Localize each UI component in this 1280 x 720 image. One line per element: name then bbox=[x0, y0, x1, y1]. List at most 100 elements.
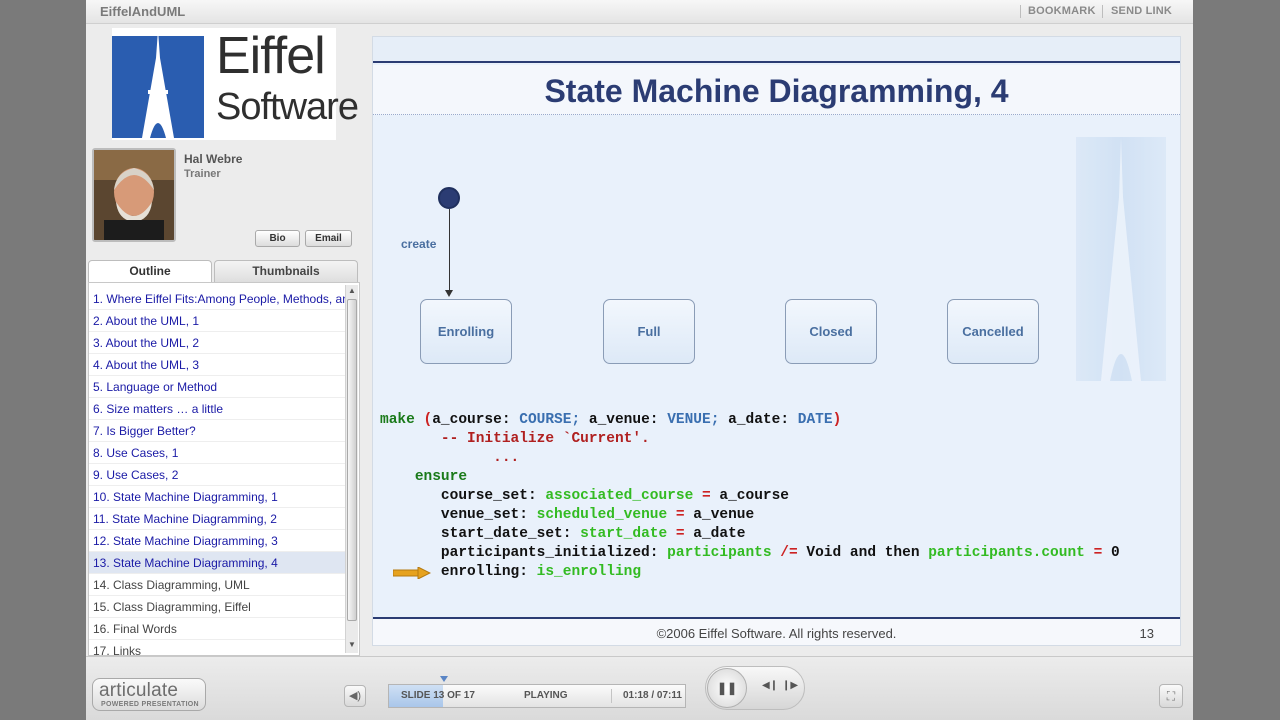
code-text: Void and then bbox=[806, 545, 929, 561]
code-colon: : bbox=[519, 564, 537, 580]
code-rhs: a_venue bbox=[693, 507, 755, 523]
logo-word-eiffel: Eiffel bbox=[216, 27, 326, 85]
outline-item[interactable]: 8. Use Cases, 1 bbox=[89, 442, 346, 464]
outline-item[interactable]: 13. State Machine Diagramming, 4 bbox=[89, 552, 346, 574]
outline-item[interactable]: 2. About the UML, 1 bbox=[89, 310, 346, 332]
arrowhead-icon bbox=[445, 290, 453, 297]
code-expr: participants bbox=[667, 545, 772, 561]
code-arg: a_date bbox=[728, 412, 781, 428]
code-paren: ) bbox=[832, 412, 842, 428]
code-tag: course_set bbox=[440, 488, 528, 504]
code-tag: start_date_set bbox=[440, 526, 563, 542]
state-closed: Closed bbox=[785, 299, 877, 364]
code-expr: start_date bbox=[580, 526, 668, 542]
prev-icon[interactable]: ◀❙ bbox=[762, 680, 778, 691]
code-rhs: 0 bbox=[1110, 545, 1120, 561]
code-op: /= bbox=[771, 545, 807, 561]
code-colon: : bbox=[562, 526, 581, 542]
outline-list: 1. Where Eiffel Fits:Among People, Metho… bbox=[89, 288, 346, 656]
seek-knob-icon[interactable] bbox=[440, 676, 448, 682]
outline-item[interactable]: 3. About the UML, 2 bbox=[89, 332, 346, 354]
pause-icon[interactable]: ❚❚ bbox=[707, 668, 747, 708]
code-colon: : bbox=[527, 488, 546, 504]
code-tag: participants_initialized bbox=[440, 545, 650, 561]
slide-number: 13 bbox=[1139, 626, 1154, 641]
outline-item[interactable]: 4. About the UML, 3 bbox=[89, 354, 346, 376]
code-ellipsis: ... bbox=[493, 450, 520, 466]
bio-button[interactable]: Bio bbox=[255, 230, 300, 247]
code-op: = bbox=[1084, 545, 1111, 561]
state-enrolling: Enrolling bbox=[420, 299, 512, 364]
outline-item[interactable]: 16. Final Words bbox=[89, 618, 346, 640]
code-expr: participants.count bbox=[928, 545, 1085, 561]
fullscreen-icon[interactable]: ⛶ bbox=[1159, 684, 1183, 708]
email-button[interactable]: Email bbox=[305, 230, 352, 247]
slide-status: SLIDE 13 OF 17 bbox=[401, 690, 475, 701]
outline-item[interactable]: 12. State Machine Diagramming, 3 bbox=[89, 530, 346, 552]
scroll-down-icon[interactable]: ▼ bbox=[348, 640, 356, 649]
slide-footer: ©2006 Eiffel Software. All rights reserv… bbox=[373, 617, 1180, 645]
presenter-title: Trainer bbox=[184, 168, 221, 180]
playback-controls: ❚❚ ◀❙ ❙▶ bbox=[705, 666, 805, 710]
top-bar: EiffelAndUML BOOKMARK SEND LINK bbox=[86, 0, 1193, 24]
slide-top-band bbox=[373, 37, 1180, 63]
sidebar: Eiffel Software Hal Webre Trainer Bio Em… bbox=[86, 24, 362, 656]
outline-item[interactable]: 9. Use Cases, 2 bbox=[89, 464, 346, 486]
code-tag: venue_set bbox=[440, 507, 520, 523]
playback-state: PLAYING bbox=[524, 690, 568, 701]
code-expr: is_enrolling bbox=[536, 564, 642, 580]
presenter-photo bbox=[92, 148, 176, 242]
sidebar-tabs: Outline Thumbnails bbox=[86, 258, 362, 282]
outline-item[interactable]: 17. Links bbox=[89, 640, 346, 656]
send-link-link[interactable]: SEND LINK bbox=[1111, 5, 1172, 17]
logo-word-software: Software bbox=[216, 86, 359, 128]
initial-state-dot bbox=[438, 187, 460, 209]
code-semicolon: ; bbox=[710, 412, 729, 428]
scroll-up-icon[interactable]: ▲ bbox=[348, 286, 356, 295]
code-expr: scheduled_venue bbox=[536, 507, 668, 523]
outline-item[interactable]: 7. Is Bigger Better? bbox=[89, 420, 346, 442]
divider bbox=[1020, 5, 1021, 18]
code-semicolon: ; bbox=[571, 412, 589, 428]
code-block: make (a_course: COURSE; a_venue: VENUE; … bbox=[380, 411, 1120, 582]
outline-item[interactable]: 6. Size matters … a little bbox=[89, 398, 346, 420]
outline-item[interactable]: 1. Where Eiffel Fits:Among People, Metho… bbox=[89, 288, 346, 310]
outline-item[interactable]: 15. Class Diagramming, Eiffel bbox=[89, 596, 346, 618]
outline-panel: 1. Where Eiffel Fits:Among People, Metho… bbox=[88, 282, 360, 656]
slide-canvas: State Machine Diagramming, 4 create Enro… bbox=[372, 36, 1181, 646]
code-colon: : bbox=[501, 412, 520, 428]
outline-item[interactable]: 10. State Machine Diagramming, 1 bbox=[89, 486, 346, 508]
create-transition-label: create bbox=[401, 237, 437, 251]
next-icon[interactable]: ❙▶ bbox=[782, 680, 798, 691]
code-type: DATE bbox=[797, 412, 833, 428]
code-colon: : bbox=[649, 412, 668, 428]
bookmark-link[interactable]: BOOKMARK bbox=[1028, 5, 1096, 17]
outline-scrollbar[interactable]: ▲ ▼ bbox=[345, 285, 358, 653]
code-op: = bbox=[693, 488, 720, 504]
articulate-logo-word: articulate bbox=[99, 680, 179, 701]
copyright-text: ©2006 Eiffel Software. All rights reserv… bbox=[656, 626, 897, 641]
code-op: = bbox=[667, 526, 694, 542]
divider bbox=[611, 689, 612, 703]
tab-thumbnails[interactable]: Thumbnails bbox=[214, 260, 358, 282]
outline-item[interactable]: 14. Class Diagramming, UML bbox=[89, 574, 346, 596]
scrollbar-thumb[interactable] bbox=[347, 299, 357, 621]
code-colon: : bbox=[649, 545, 668, 561]
eiffel-software-logo: Eiffel Software bbox=[112, 27, 359, 140]
pointer-arrow-icon bbox=[393, 567, 431, 579]
outline-item[interactable]: 5. Language or Method bbox=[89, 376, 346, 398]
code-colon: : bbox=[780, 412, 798, 428]
outline-item[interactable]: 11. State Machine Diagramming, 2 bbox=[89, 508, 346, 530]
divider bbox=[1102, 5, 1103, 18]
speaker-icon[interactable]: ◀) bbox=[344, 685, 366, 707]
seek-bar[interactable]: SLIDE 13 OF 17 PLAYING 01:18 / 07:11 bbox=[388, 676, 686, 708]
code-expr: associated_course bbox=[545, 488, 694, 504]
tab-outline[interactable]: Outline bbox=[88, 260, 212, 282]
code-arg: a_course bbox=[432, 412, 502, 428]
articulate-logo[interactable]: articulate POWERED PRESENTATION bbox=[92, 678, 206, 711]
slide-title: State Machine Diagramming, 4 bbox=[544, 73, 1009, 109]
code-colon: : bbox=[519, 507, 537, 523]
app-title: EiffelAndUML bbox=[100, 4, 186, 19]
player-frame: EiffelAndUML BOOKMARK SEND LINK Eiffel S… bbox=[86, 0, 1193, 720]
code-type: COURSE bbox=[519, 412, 572, 428]
